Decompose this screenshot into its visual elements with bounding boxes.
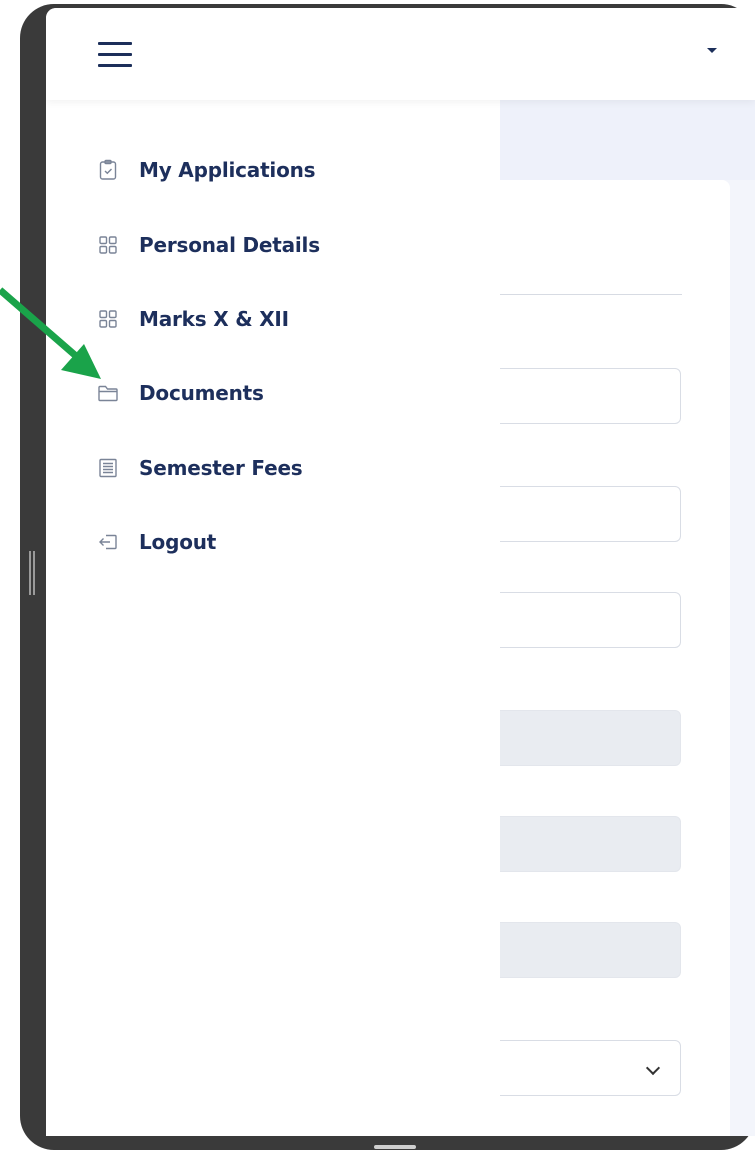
form-input-field[interactable] xyxy=(494,592,681,648)
nav-item-my-applications[interactable]: My Applications xyxy=(96,152,316,188)
form-select-field[interactable] xyxy=(494,1040,681,1096)
home-indicator[interactable] xyxy=(374,1145,416,1149)
nav-item-logout[interactable]: Logout xyxy=(96,524,216,560)
chevron-down-icon xyxy=(645,1060,661,1076)
form-card xyxy=(500,180,730,1136)
navigation-drawer: My Applications Personal Details Marks X… xyxy=(46,100,500,1136)
page-header-band xyxy=(500,100,755,180)
app-topbar xyxy=(46,8,755,100)
disabled-input-field xyxy=(494,816,681,872)
logout-icon xyxy=(96,530,120,554)
app-screen: My Applications Personal Details Marks X… xyxy=(46,8,755,1136)
form-input-field[interactable] xyxy=(494,486,681,542)
nav-item-label: Documents xyxy=(139,381,264,405)
nav-item-documents[interactable]: Documents xyxy=(96,375,264,411)
form-divider xyxy=(500,294,682,295)
disabled-input-field xyxy=(494,922,681,978)
nav-item-personal-details[interactable]: Personal Details xyxy=(96,227,320,263)
nav-item-label: Semester Fees xyxy=(139,456,303,480)
list-document-icon xyxy=(96,456,120,480)
nav-item-label: Logout xyxy=(139,530,217,554)
nav-item-label: Personal Details xyxy=(139,233,320,257)
nav-item-label: My Applications xyxy=(139,158,316,182)
green-arrow-icon xyxy=(0,287,101,379)
left-drag-handle[interactable] xyxy=(29,551,35,595)
nav-item-marks[interactable]: Marks X & XII xyxy=(96,301,289,337)
nav-item-semester-fees[interactable]: Semester Fees xyxy=(96,450,303,486)
disabled-input-field xyxy=(494,710,681,766)
nav-item-label: Marks X & XII xyxy=(139,307,289,331)
caret-down-icon[interactable] xyxy=(707,48,717,53)
form-input-field[interactable] xyxy=(494,368,681,424)
